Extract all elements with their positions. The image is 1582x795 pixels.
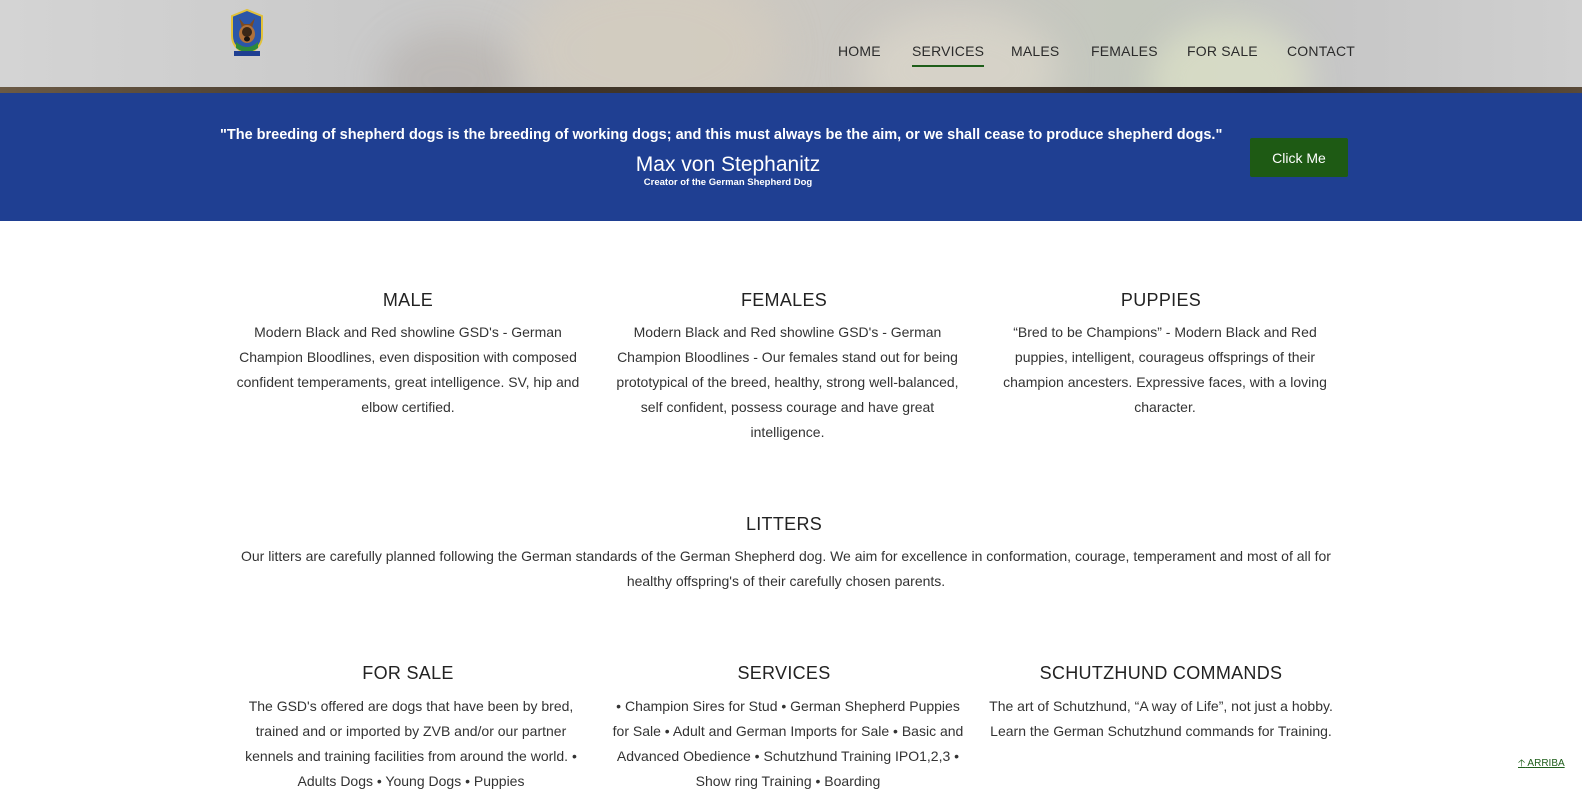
females-description: Modern Black and Red showline GSD's - Ge… [616,324,959,440]
puppies-description: “Bred to be Champions” - Modern Black an… [1003,324,1327,415]
site-header: HOME SERVICES MALES FEMALES FOR SALE CON… [0,0,1582,93]
nav-item-services[interactable]: SERVICES [912,43,985,67]
banner-quote: "The breeding of shepherd dogs is the br… [220,127,1223,143]
females-title: FEMALES [740,290,828,310]
for-sale-title: FOR SALE [362,663,454,683]
male-title: MALE [382,290,434,310]
services-description: • Champion Sires for Stud • German Sheph… [612,698,964,789]
back-to-top-label: ARRIBA [1527,758,1565,769]
nav-item-females[interactable]: FEMALES [1091,43,1158,65]
header-background-decoration [520,0,780,93]
quote-author: Max von Stephanitz [635,153,821,176]
schutzhund-commands-title: SCHUTZHUND COMMANDS [1039,663,1283,683]
site-logo[interactable] [228,8,266,58]
puppies-title: PUPPIES [1120,290,1202,310]
for-sale-description: The GSD's offered are dogs that have bee… [245,698,577,789]
male-description: Modern Black and Red showline GSD's - Ge… [236,324,580,415]
litters-description: Our litters are carefully planned follow… [241,548,1331,589]
nav-item-contact[interactable]: CONTACT [1287,43,1355,65]
quote-banner: "The breeding of shepherd dogs is the br… [0,93,1582,221]
nav-item-home[interactable]: HOME [838,43,881,65]
arrow-up-icon: 🡡 [1518,758,1526,769]
header-background-decoration [380,30,520,93]
nav-item-males[interactable]: MALES [1011,43,1059,65]
nav-item-for-sale[interactable]: FOR SALE [1187,43,1258,65]
back-to-top-link[interactable]: 🡡 ARRIBA [1518,756,1565,773]
litters-title: LITTERS [745,514,823,534]
click-me-button[interactable]: Click Me [1250,138,1348,177]
schutzhund-commands-description: The art of Schutzhund, “A way of Life”, … [989,698,1333,739]
shield-dog-logo-icon [231,8,263,56]
services-title: SERVICES [737,663,831,683]
quote-author-subtitle: Creator of the German Shepherd Dog [643,177,813,188]
